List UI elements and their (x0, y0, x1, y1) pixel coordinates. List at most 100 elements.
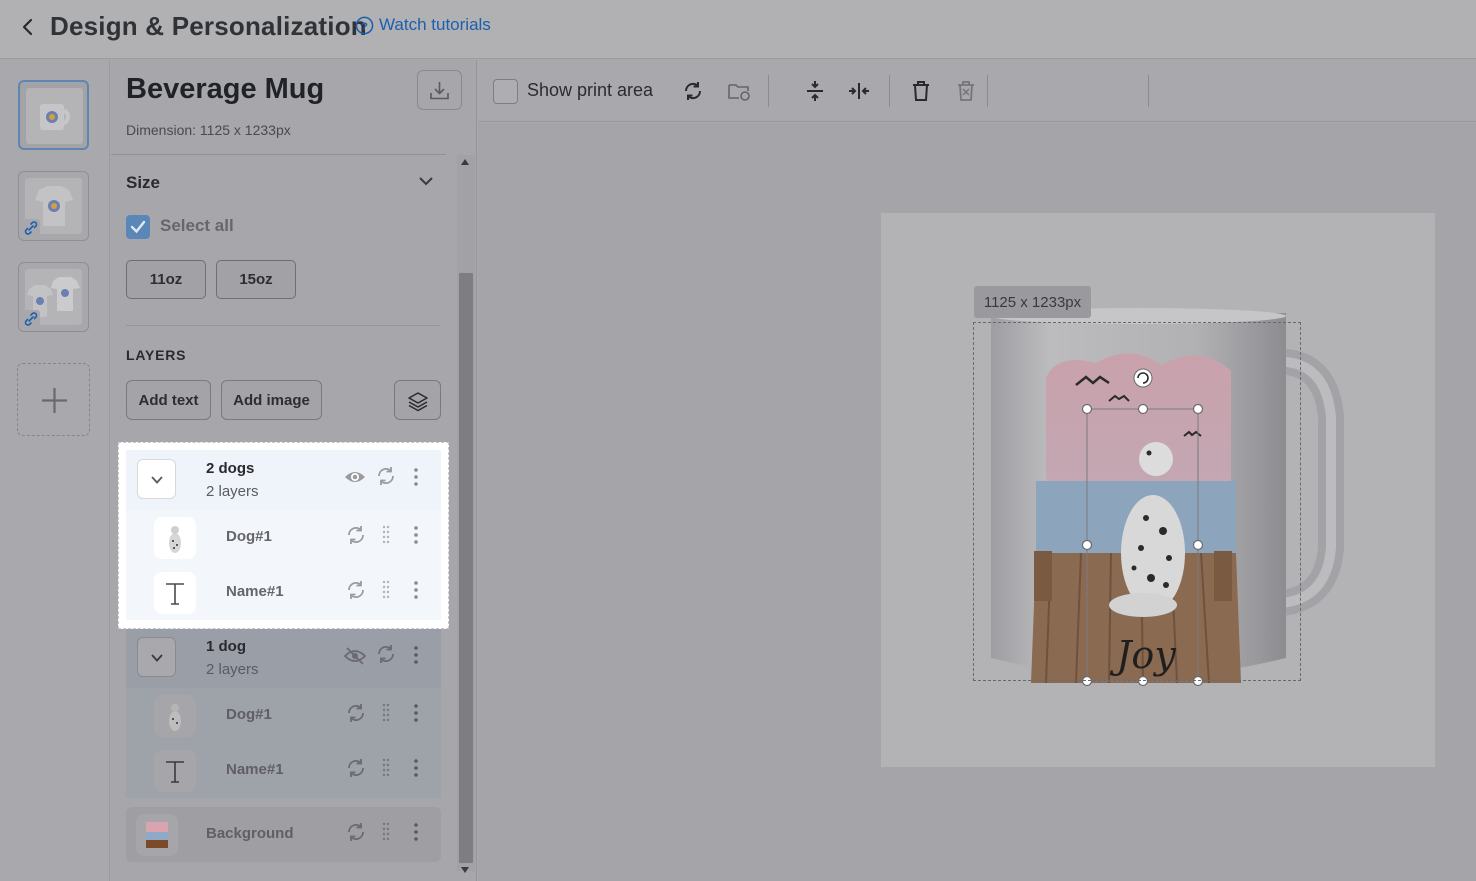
layer-name: Background (206, 825, 294, 842)
layer-group-count: 2 layers (206, 483, 259, 500)
layer-name: Name#1 (226, 761, 284, 778)
add-image-button[interactable]: Add image (221, 380, 322, 420)
more-vertical-icon[interactable] (405, 821, 427, 843)
layer-row-dog[interactable]: Dog#1 (126, 688, 441, 743)
design-canvas[interactable]: Joy 1125 x 1233px (478, 123, 1476, 881)
top-header: Design & Personalization ? Watch tutoria… (0, 0, 1476, 59)
folder-sync-icon[interactable] (727, 79, 751, 103)
chevron-down-icon (151, 654, 163, 662)
dimension-badge: 1125 x 1233px (974, 286, 1091, 318)
more-vertical-icon[interactable] (405, 466, 427, 488)
layer-row-dog[interactable]: Dog#1 (126, 510, 441, 565)
panel-divider (111, 154, 446, 155)
link-icon (22, 310, 40, 328)
text-type-icon (166, 761, 184, 783)
drag-handle-icon[interactable] (375, 757, 397, 779)
align-vertical-center-icon[interactable] (803, 79, 827, 103)
scroll-up-arrow[interactable] (461, 159, 469, 165)
align-horizontal-center-icon[interactable] (847, 79, 871, 103)
drag-handle-icon[interactable] (375, 579, 397, 601)
scrollbar-thumb[interactable] (459, 273, 473, 863)
select-all-checkbox[interactable] (126, 215, 150, 239)
layer-group-count: 2 layers (206, 661, 259, 678)
text-layer-thumbnail (154, 750, 196, 792)
chevron-down-icon (151, 476, 163, 484)
more-vertical-icon[interactable] (405, 579, 427, 601)
print-area-outline (973, 322, 1301, 681)
page-title: Design & Personalization (50, 11, 367, 41)
product-thumb-tshirt[interactable] (18, 171, 89, 241)
drag-handle-icon[interactable] (375, 524, 397, 546)
watch-tutorials-link[interactable]: ? Watch tutorials (355, 15, 491, 35)
layer-row-background[interactable]: Background (126, 807, 441, 862)
toolbar-divider (889, 75, 890, 107)
toolbar-divider (1148, 75, 1149, 107)
back-arrow-icon[interactable] (18, 17, 38, 37)
sync-icon[interactable] (345, 702, 367, 724)
section-divider (126, 325, 440, 326)
add-text-button[interactable]: Add text (126, 380, 211, 420)
add-product-button[interactable] (17, 363, 90, 436)
size-section-label: Size (126, 173, 161, 192)
trash-icon[interactable] (909, 79, 933, 103)
chevron-down-icon[interactable] (417, 172, 435, 190)
layer-name: Dog#1 (226, 706, 272, 723)
more-vertical-icon[interactable] (405, 644, 427, 666)
layer-name: Dog#1 (226, 528, 272, 545)
size-option-15oz[interactable]: 15oz (216, 260, 296, 299)
show-print-area-checkbox[interactable] (493, 79, 518, 104)
help-circle-icon: ? (355, 16, 374, 34)
sync-icon[interactable] (375, 643, 397, 665)
mug-thumbnail-image (26, 88, 83, 144)
group-collapse-toggle[interactable] (137, 637, 176, 677)
product-thumbnail-rail (0, 60, 110, 881)
layer-group-header[interactable]: 1 dog 2 layers (126, 628, 441, 688)
watch-tutorials-label: Watch tutorials (379, 15, 491, 34)
text-layer-thumbnail (154, 572, 196, 614)
toolbar-divider (768, 75, 769, 107)
layer-name: Name#1 (226, 583, 284, 600)
layers-stack-icon (408, 392, 428, 412)
layer-group-name: 2 dogs (206, 460, 255, 477)
sync-icon[interactable] (345, 524, 367, 546)
eye-off-icon[interactable] (344, 645, 366, 667)
scroll-down-arrow[interactable] (461, 867, 469, 873)
more-vertical-icon[interactable] (405, 524, 427, 546)
panel-scrollbar[interactable] (457, 155, 475, 873)
product-title: Beverage Mug (126, 73, 325, 105)
toolbar-divider (987, 75, 988, 107)
layers-menu-button[interactable] (394, 380, 441, 420)
group-collapse-toggle[interactable] (137, 459, 176, 499)
download-button[interactable] (417, 70, 462, 110)
link-icon (22, 219, 40, 237)
layer-row-name[interactable]: Name#1 (126, 743, 441, 798)
trash-all-icon[interactable] (954, 79, 978, 103)
sync-icon[interactable] (375, 465, 397, 487)
background-layer-thumbnail (136, 814, 178, 856)
product-dimension: Dimension: 1125 x 1233px (126, 122, 291, 138)
drag-handle-icon[interactable] (375, 821, 397, 843)
dog-layer-thumbnail (154, 517, 196, 559)
sync-icon[interactable] (681, 79, 705, 103)
plus-icon (42, 388, 67, 413)
sync-icon[interactable] (345, 757, 367, 779)
layer-group-name: 1 dog (206, 638, 246, 655)
eye-icon[interactable] (344, 466, 366, 488)
download-icon (430, 82, 449, 100)
more-vertical-icon[interactable] (405, 702, 427, 724)
sync-icon[interactable] (345, 821, 367, 843)
product-thumb-tshirt-pair[interactable] (18, 262, 89, 332)
select-all-label: Select all (160, 216, 234, 235)
sync-icon[interactable] (345, 579, 367, 601)
layer-group-header[interactable]: 2 dogs 2 layers (126, 450, 441, 510)
layer-row-name[interactable]: Name#1 (126, 565, 441, 620)
more-vertical-icon[interactable] (405, 757, 427, 779)
layers-heading: LAYERS (126, 347, 187, 363)
drag-handle-icon[interactable] (375, 702, 397, 724)
svg-text:?: ? (361, 20, 368, 32)
canvas-toolbar: Show print area (478, 60, 1476, 122)
checkmark-icon (130, 220, 146, 234)
product-thumb-mug[interactable] (18, 80, 89, 150)
size-option-11oz[interactable]: 11oz (126, 260, 206, 299)
show-print-area-label: Show print area (527, 80, 654, 100)
